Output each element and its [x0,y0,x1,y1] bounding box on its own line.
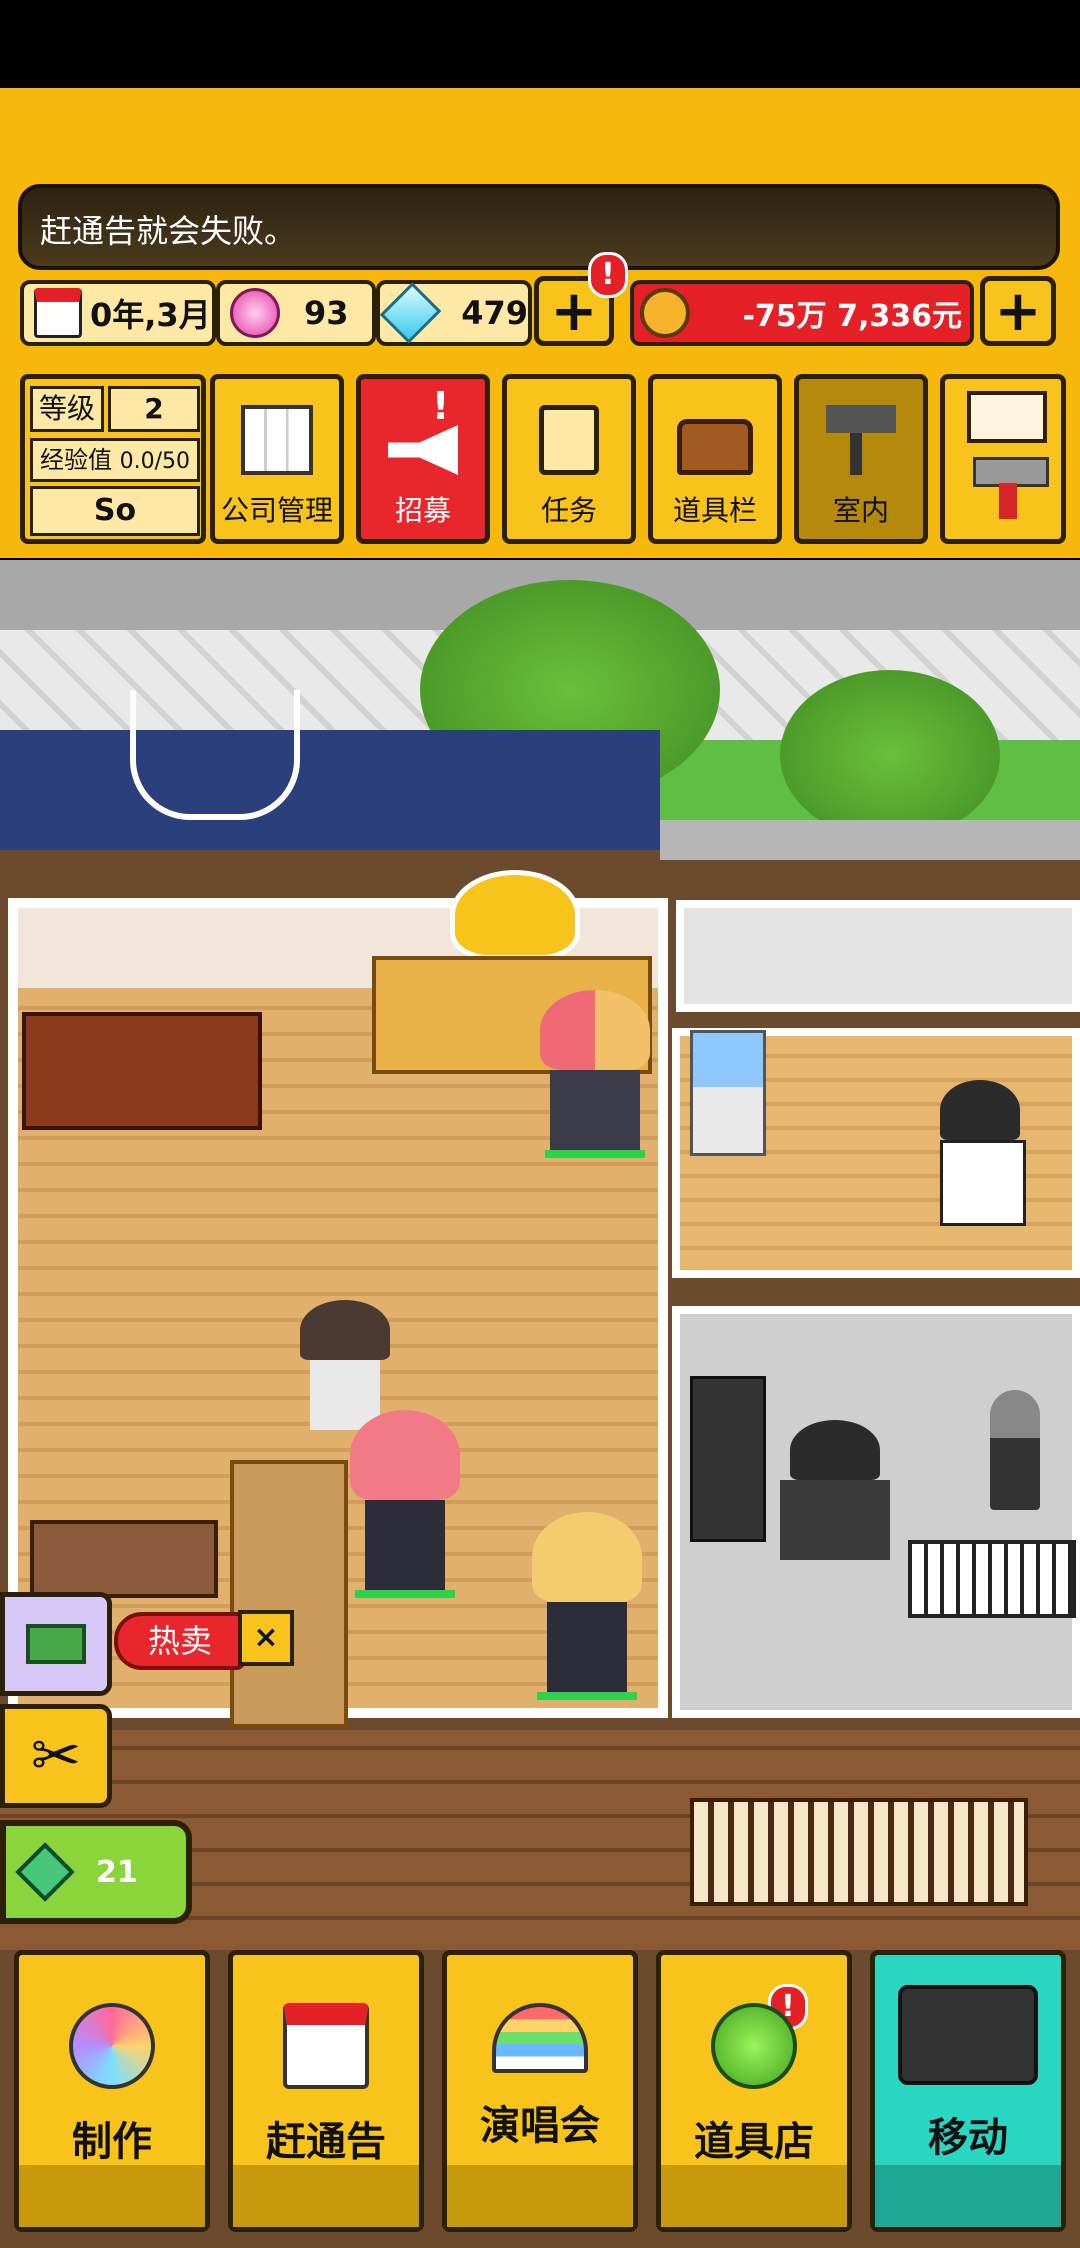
money-value: -75万 7,336元 [742,299,962,334]
megaphone-icon [388,425,458,475]
paint-roller-icon [826,405,896,475]
calendar-icon [34,288,82,338]
level-label: 等级 [30,386,104,432]
company-management-button[interactable]: 公司管理 [210,374,344,544]
exp-label: 经验值 [39,446,112,474]
coffee-table [30,1520,218,1598]
chest-icon [677,419,753,475]
reception-desk [22,1012,262,1130]
chandelier-icon [130,690,300,820]
disc-icon [69,2003,155,2089]
keyboard-synth [908,1540,1076,1618]
storage-room[interactable] [676,900,1080,1012]
concert-label: 演唱会 [480,2103,600,2149]
quest-button[interactable]: 任务 [502,374,636,544]
hot-sale-tag[interactable]: 热卖 [114,1612,246,1670]
clover-icon [711,2003,797,2089]
cash-shop-button[interactable] [0,1592,112,1696]
pink-gem-icon [230,288,280,338]
add-money-button[interactable]: + [980,276,1056,346]
trophy-icon [450,870,580,960]
recruit-button[interactable]: 招募 [356,374,490,544]
pink-gem-display: 93 [216,280,376,346]
calendar-icon [283,2003,369,2089]
gems-alert-badge: ! [588,252,628,298]
scroll-icon [539,405,599,475]
exp-row: 经验值 0.0/50 [30,438,200,482]
level-value: 2 [108,386,200,432]
inventory-label: 道具栏 [672,494,757,527]
tip-message: 赶通告就会失败。 [18,184,1060,270]
interior-label: 室内 [832,494,889,527]
mail-button[interactable] [940,374,1066,544]
trainer-character[interactable] [930,1080,1030,1230]
truck-icon [898,1985,1038,2085]
tree [780,670,1000,840]
idol-character[interactable] [540,990,650,1160]
item-shop-button[interactable]: 道具店 [656,1950,852,2232]
blue-gem-display: 479 [376,280,532,346]
produce-button[interactable]: 制作 [14,1950,210,2232]
close-icon[interactable]: × [238,1610,294,1666]
blue-gem-icon [379,282,442,344]
move-button[interactable]: 移动 [870,1950,1066,2232]
green-diamond-icon [15,1842,75,1902]
company-management-label: 公司管理 [220,494,333,527]
blue-building [0,730,660,850]
schedule-button[interactable]: 赶通告 [228,1950,424,2232]
coin-icon [640,288,690,338]
item-shop-label: 道具店 [694,2119,814,2165]
cash-icon [26,1624,86,1664]
player-name: So [30,486,200,536]
mail-icon [967,391,1047,443]
blue-gem-count: 479 [461,294,528,332]
produce-label: 制作 [72,2119,152,2165]
date-display: 0年,3月 [20,280,216,346]
idol-character[interactable] [350,1410,460,1600]
exp-value: 0.0/50 [119,449,191,474]
idol-character[interactable] [532,1512,642,1702]
office-scene[interactable] [0,560,1080,1950]
building-icon [241,405,313,475]
scissors-button[interactable]: ✂ [0,1704,112,1808]
rainbow-stage-icon [492,2003,588,2073]
recruit-label: 招募 [394,494,451,527]
recruit-alert-badge: ! [432,384,450,428]
schedule-label: 赶通告 [266,2119,386,2165]
money-display: -75万 7,336元 [630,280,974,346]
scissors-icon: ✂ [30,1721,82,1791]
status-bar [0,0,1080,88]
shop-window [690,1798,1028,1906]
producer-character[interactable] [780,1420,890,1560]
speaker [690,1376,766,1542]
sofa [230,1460,348,1728]
interior-button[interactable]: 室内 [794,374,928,544]
concert-button[interactable]: 演唱会 [442,1950,638,2232]
date-value: 0年,3月 [90,296,211,334]
diamond-counter-button[interactable]: 21 [0,1820,192,1924]
pink-gem-count: 93 [304,294,349,332]
street-road [660,820,1080,860]
quest-label: 任务 [540,494,597,527]
water-cooler [690,1030,766,1156]
inventory-button[interactable]: 道具栏 [648,374,782,544]
microphone-icon [990,1390,1040,1510]
move-label: 移动 [928,2115,1008,2161]
diamond-count: 21 [96,1854,138,1890]
